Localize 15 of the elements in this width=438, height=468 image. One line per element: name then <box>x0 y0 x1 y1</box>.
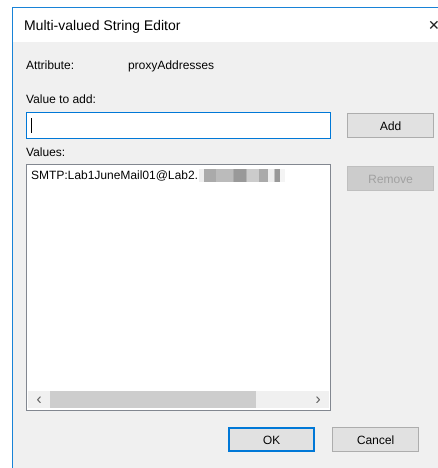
attribute-label: Attribute: <box>26 58 76 72</box>
scroll-right-button[interactable]: › <box>307 391 329 408</box>
value-entry[interactable]: SMTP:Lab1JuneMail01@Lab2. <box>31 168 198 182</box>
values-list[interactable]: SMTP:Lab1JuneMail01@Lab2. ‹ › <box>26 164 331 411</box>
add-button[interactable]: Add <box>347 113 434 138</box>
attribute-value: proxyAddresses <box>128 58 214 72</box>
values-label: Values: <box>26 145 66 159</box>
close-button[interactable]: ✕ <box>428 17 438 33</box>
horizontal-scrollbar[interactable]: ‹ › <box>28 391 329 408</box>
ok-button[interactable]: OK <box>228 427 315 452</box>
scroll-left-button[interactable]: ‹ <box>28 391 50 408</box>
value-input-field[interactable] <box>26 112 331 139</box>
window-title: Multi-valued String Editor <box>24 17 180 33</box>
cancel-button[interactable]: Cancel <box>332 427 419 452</box>
value-to-add-label: Value to add: <box>26 92 96 106</box>
